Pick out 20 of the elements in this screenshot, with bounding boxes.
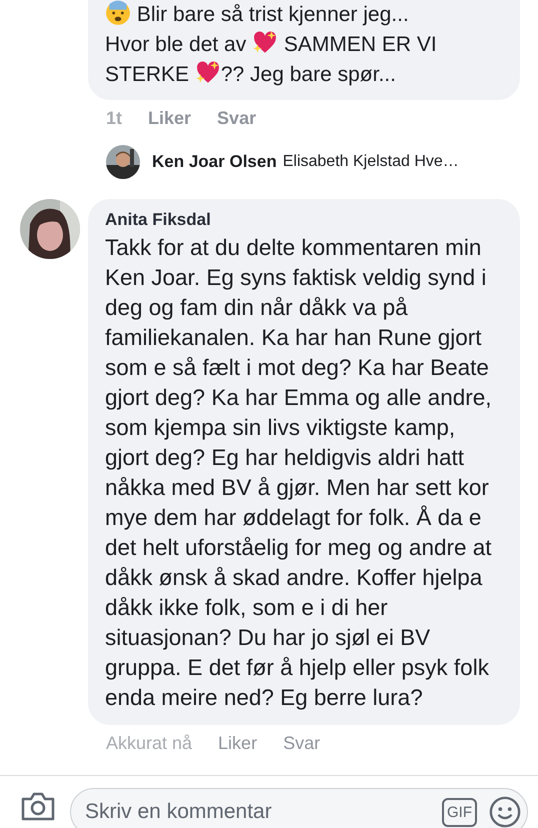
comment-text: ?? Jeg bare spør... — [220, 63, 396, 86]
author-name[interactable]: Anita Fiksdal — [105, 209, 506, 231]
reply-link[interactable]: Svar — [217, 108, 256, 129]
camera-icon[interactable] — [20, 791, 56, 821]
comment-text: SAMMEN ER VI — [282, 33, 437, 56]
comment-text: Hvor ble det av — [105, 33, 248, 56]
timestamp: Akkurat nå — [106, 733, 192, 754]
timestamp: 1t — [106, 108, 122, 129]
author-name[interactable]: Ken Joar Olsen — [152, 152, 277, 172]
like-link[interactable]: Liker — [218, 733, 258, 754]
reply-preview-text: Elisabeth Kjelstad Hve… — [282, 153, 459, 171]
comment-text: Takk for at du delte kommentaren min Ken Joar. Eg syns faktisk veldig synd i deg og fam din når dåkk va på familiekanalen. Ka har han Rune gjort som e så fælt i mot deg? Ka har Beate gjort deg? Ka har Emma og alle andre, som kjempa sin livs viktigste kamp, gjort deg? Eg har heldigvis aldri hatt nåkka med BV å gjør. Men har sett kor mye dem har øddelagt for folk. Å da e det helt uforståelig for meg og andre at dåkk ønsk å skad andre. Koffer hjelpa dåkk ikke folk, som e i di her situasjonan? Du har jo sjøl ei BV gruppa. E det før å hjelp eller psyk folk enda meire ned? Eg berre lura? — [105, 234, 492, 712]
worried-face-icon — [105, 0, 131, 26]
comment-field[interactable]: Skriv en kommentar GIF — [70, 788, 528, 828]
comment-text: Blir bare så trist kjenner jeg... — [136, 3, 409, 26]
like-link[interactable]: Liker — [148, 108, 192, 129]
reply-link[interactable]: Svar — [283, 733, 320, 754]
comment-text: STERKE — [105, 63, 190, 86]
smiley-icon[interactable] — [489, 796, 521, 828]
gif-button[interactable]: GIF — [442, 798, 477, 826]
